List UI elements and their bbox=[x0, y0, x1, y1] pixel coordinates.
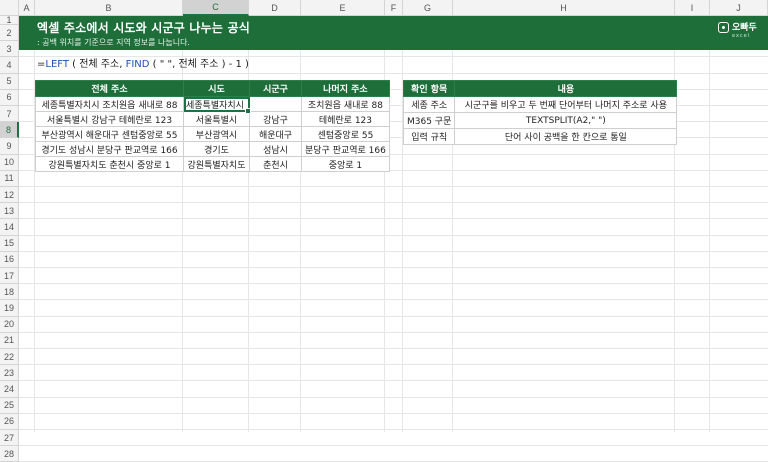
row-header-21[interactable]: 21 bbox=[0, 332, 19, 349]
main_table-cell[interactable]: 강원특별자치도 bbox=[183, 156, 250, 172]
row-header-1[interactable]: 1 bbox=[0, 15, 19, 25]
formula-function-left: LEFT bbox=[45, 59, 69, 70]
side_table-cell[interactable]: 단어 사이 공백을 한 칸으로 통일 bbox=[454, 128, 678, 145]
row-header-3[interactable]: 3 bbox=[0, 41, 19, 58]
logo-name: 오빠두 bbox=[732, 23, 757, 33]
main_table-cell[interactable]: 서울특별시 bbox=[183, 111, 250, 127]
main_table-cell[interactable]: 부산광역시 해운대구 센텀중앙로 55 bbox=[35, 126, 184, 142]
banner-subtitle: : 공백 위치를 기준으로 지역 정보를 나눕니다. bbox=[37, 38, 190, 47]
row-header-9[interactable]: 9 bbox=[0, 138, 19, 155]
main_table-cell[interactable]: 세종특별자치시 bbox=[183, 96, 250, 112]
main_table-cell[interactable]: 강원특별자치도 춘천시 중앙로 1 bbox=[35, 156, 184, 172]
main_table-cell[interactable]: 부산광역시 bbox=[183, 126, 250, 142]
row-header-12[interactable]: 12 bbox=[0, 187, 19, 204]
row-header-16[interactable]: 16 bbox=[0, 251, 19, 268]
side_table-header-cell[interactable]: 확인 항목 bbox=[402, 80, 456, 97]
main_table-cell[interactable]: 분당구 판교역로 166 bbox=[301, 141, 390, 157]
column-header-f[interactable]: F bbox=[385, 0, 403, 16]
formula-part: ( 전체 주소, bbox=[68, 59, 126, 70]
main_table-cell[interactable]: 세종특별자치시 조치원읍 새내로 88 bbox=[35, 96, 184, 112]
logo-icon bbox=[718, 22, 729, 33]
row-header-6[interactable]: 6 bbox=[0, 89, 19, 106]
side_table-cell[interactable]: 입력 규칙 bbox=[402, 128, 456, 145]
column-header-e[interactable]: E bbox=[301, 0, 385, 16]
side_table-header-cell[interactable]: 내용 bbox=[454, 80, 678, 97]
table-row: 부산광역시 해운대구 센텀중앙로 55 부산광역시 해운대구 센텀중앙로 55 bbox=[35, 126, 390, 142]
main_table-cell[interactable]: 중앙로 1 bbox=[301, 156, 390, 172]
row-header-14[interactable]: 14 bbox=[0, 219, 19, 236]
main_table-cell[interactable]: 해운대구 bbox=[249, 126, 302, 142]
column-header-g[interactable]: G bbox=[403, 0, 453, 16]
row-header-8[interactable]: 8 bbox=[0, 122, 19, 139]
main_table-cell[interactable]: 춘천시 bbox=[249, 156, 302, 172]
main_table-cell[interactable]: 서울특별시 강남구 테헤란로 123 bbox=[35, 111, 184, 127]
row-header-20[interactable]: 20 bbox=[0, 316, 19, 333]
row-header-15[interactable]: 15 bbox=[0, 235, 19, 252]
side_table-cell[interactable]: TEXTSPLIT(A2," ") bbox=[454, 112, 678, 129]
main_table-cell[interactable]: 조치원읍 새내로 88 bbox=[301, 96, 390, 112]
table-row: 세종 주소 시군구를 비우고 두 번째 단어부터 나머지 주소로 사용 bbox=[402, 96, 678, 113]
table-row: 경기도 성남시 분당구 판교역로 166 경기도 성남시 분당구 판교역로 166 bbox=[35, 141, 390, 157]
notes-table: 확인 항목 내용 세종 주소 시군구를 비우고 두 번째 단어부터 나머지 주소로 … bbox=[402, 80, 678, 145]
table-row: 강원특별자치도 춘천시 중앙로 1 강원특별자치도 춘천시 중앙로 1 bbox=[35, 156, 390, 172]
column-header-h[interactable]: H bbox=[453, 0, 675, 16]
main_table-cell[interactable]: 센텀중앙로 55 bbox=[301, 126, 390, 142]
row-header-4[interactable]: 4 bbox=[0, 57, 19, 74]
table-row: 세종특별자치시 조치원읍 새내로 88 세종특별자치시 조치원읍 새내로 88 bbox=[35, 96, 390, 112]
table-row: 서울특별시 강남구 테헤란로 123 서울특별시 강남구 테헤란로 123 bbox=[35, 111, 390, 127]
column-header-j[interactable]: J bbox=[710, 0, 768, 16]
column-header-c[interactable]: C bbox=[183, 0, 249, 16]
fill-handle[interactable] bbox=[245, 108, 251, 114]
spreadsheet-sheet[interactable]: ABCDEFGHIJ 1 2 3 4 5 6 7 8 9 10 11 12 13 14 15 16 17 18 19… bbox=[0, 0, 768, 462]
column-header-a[interactable]: A bbox=[19, 0, 35, 16]
table-row: M365 구문 TEXTSPLIT(A2," ") bbox=[402, 112, 678, 129]
column-header-i[interactable]: I bbox=[675, 0, 710, 16]
row-header-26[interactable]: 26 bbox=[0, 413, 19, 430]
main_table-cell[interactable]: 경기도 성남시 분당구 판교역로 166 bbox=[35, 141, 184, 157]
logo-tag: excel bbox=[732, 33, 751, 39]
row-header-28[interactable]: 28 bbox=[0, 446, 19, 462]
side_table-cell[interactable]: 시군구를 비우고 두 번째 단어부터 나머지 주소로 사용 bbox=[454, 96, 678, 113]
row-header-24[interactable]: 24 bbox=[0, 381, 19, 398]
main_table-cell[interactable] bbox=[249, 96, 302, 112]
main_table-header-cell[interactable]: 시군구 bbox=[249, 80, 302, 97]
select-all-corner[interactable] bbox=[0, 0, 19, 16]
address-table: 전체 주소 시도 시군구 나머지 주소 세종특별자치시 조치원읍 새내로 88 세종특별… bbox=[35, 80, 390, 172]
row-header-10[interactable]: 10 bbox=[0, 154, 19, 171]
main_table-cell[interactable]: 테헤란로 123 bbox=[301, 111, 390, 127]
column-header-d[interactable]: D bbox=[249, 0, 301, 16]
main_table-header-cell[interactable]: 전체 주소 bbox=[35, 80, 184, 97]
column-header-b[interactable]: B bbox=[35, 0, 183, 16]
row-header-7[interactable]: 7 bbox=[0, 106, 19, 123]
main_table-cell[interactable]: 경기도 bbox=[183, 141, 250, 157]
row-header-22[interactable]: 22 bbox=[0, 349, 19, 366]
side_table-cell[interactable]: 세종 주소 bbox=[402, 96, 456, 113]
row-header-2[interactable]: 2 bbox=[0, 25, 19, 42]
row-header-19[interactable]: 19 bbox=[0, 300, 19, 317]
row-header-11[interactable]: 11 bbox=[0, 170, 19, 187]
main_table-header-cell[interactable]: 시도 bbox=[183, 80, 250, 97]
row-header-25[interactable]: 25 bbox=[0, 397, 19, 414]
formula-part: ( " ", 전체 주소 ) - 1 ) bbox=[149, 59, 249, 70]
row-header-17[interactable]: 17 bbox=[0, 268, 19, 285]
brand-logo: 오빠두 excel bbox=[718, 19, 760, 45]
table-row: 입력 규칙 단어 사이 공백을 한 칸으로 통일 bbox=[402, 128, 678, 145]
banner-title: 엑셀 주소에서 시도와 시군구 나누는 공식 bbox=[37, 21, 250, 35]
row-header-5[interactable]: 5 bbox=[0, 73, 19, 90]
main_table-cell[interactable]: 성남시 bbox=[249, 141, 302, 157]
row-header-13[interactable]: 13 bbox=[0, 203, 19, 220]
main_table-cell[interactable]: 강남구 bbox=[249, 111, 302, 127]
side_table-cell[interactable]: M365 구문 bbox=[402, 112, 456, 129]
main_table-header-cell[interactable]: 나머지 주소 bbox=[301, 80, 390, 97]
formula-text[interactable]: =LEFT ( 전체 주소, FIND ( " ", 전체 주소 ) - 1 ) bbox=[37, 55, 249, 70]
row-header-27[interactable]: 27 bbox=[0, 430, 19, 447]
row-header-23[interactable]: 23 bbox=[0, 365, 19, 382]
formula-function-find: FIND bbox=[125, 59, 150, 70]
row-header-18[interactable]: 18 bbox=[0, 284, 19, 301]
